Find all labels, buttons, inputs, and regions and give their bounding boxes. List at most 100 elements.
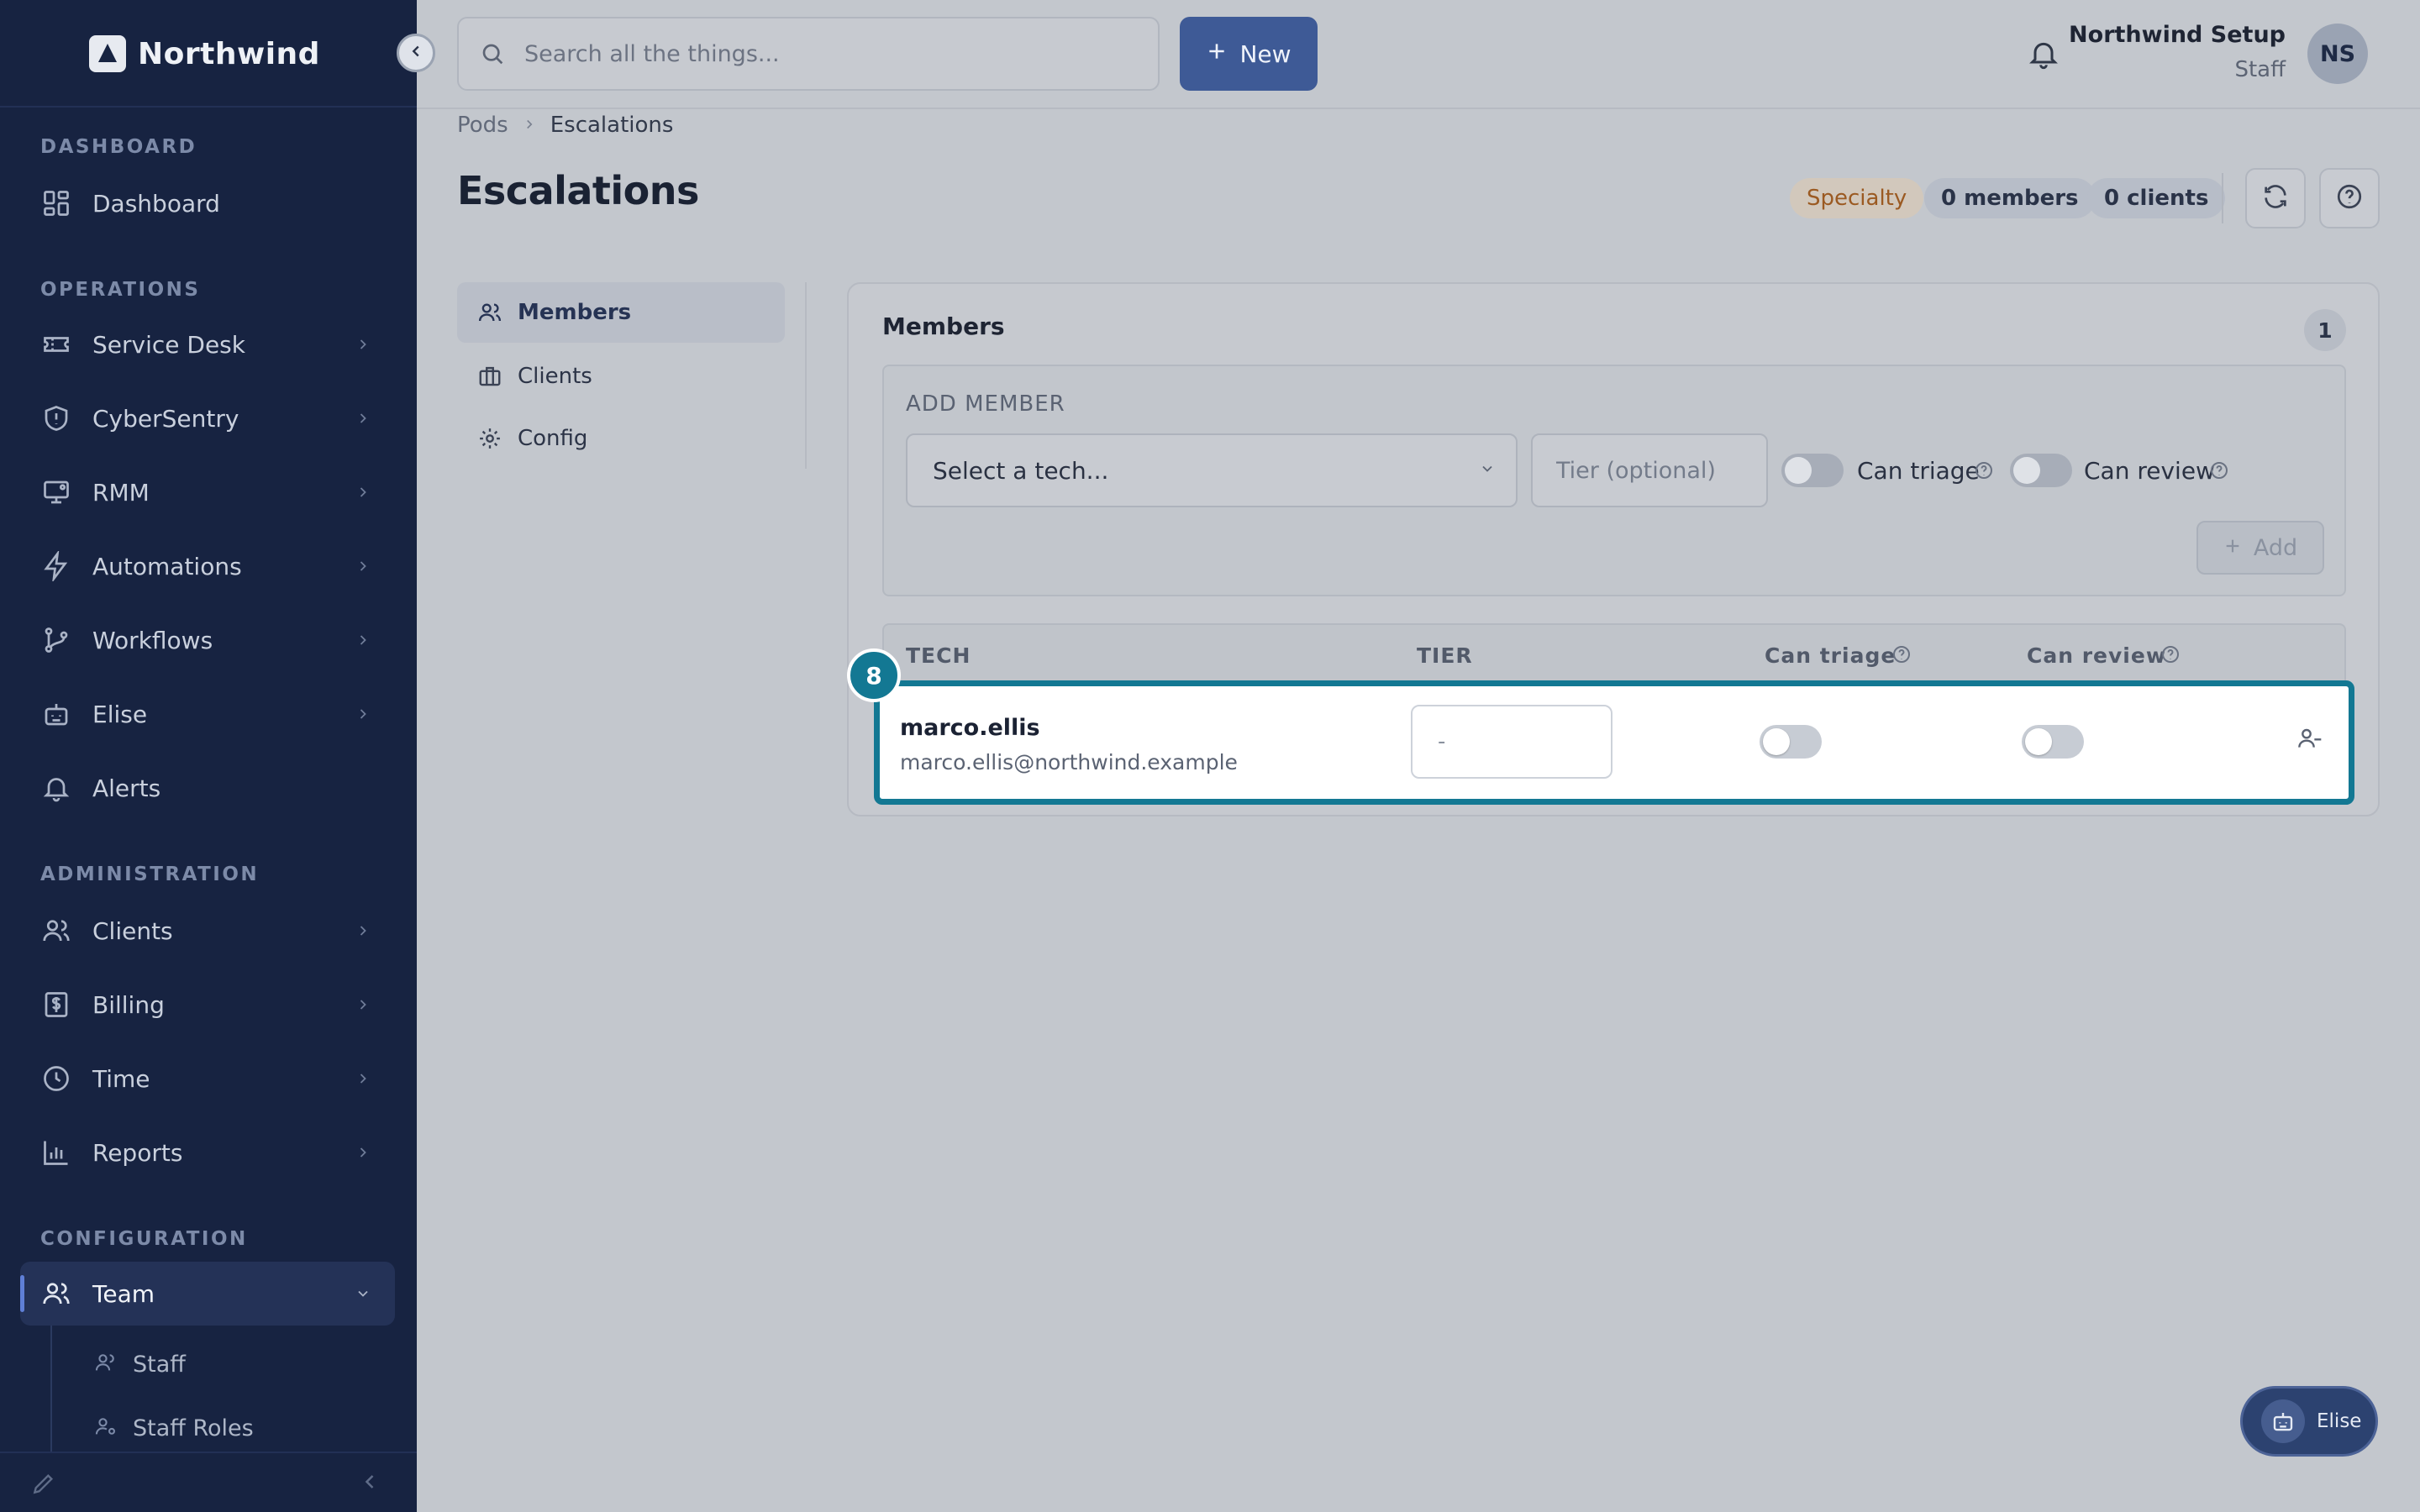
chevron-right-icon <box>351 554 375 578</box>
sidebar-item-reports[interactable]: Reports <box>20 1121 395 1184</box>
sidebar-item-label: Elise <box>92 700 148 728</box>
sidebar-item-label: Team <box>92 1279 155 1308</box>
members-card: Members 1 ADD MEMBER Select a tech... Ca… <box>847 282 2380 816</box>
sidebar-item-service-desk[interactable]: Service Desk <box>20 312 395 376</box>
chevron-left-icon <box>407 42 425 64</box>
members-count: 1 <box>2304 309 2346 351</box>
help-circle-icon[interactable] <box>2160 643 2181 665</box>
sidebar-item-label: Reports <box>92 1138 183 1167</box>
users-icon <box>39 1276 74 1311</box>
tech-select[interactable]: Select a tech... <box>906 433 1518 507</box>
bolt-icon <box>39 549 74 584</box>
pencil-icon[interactable] <box>30 1470 57 1500</box>
tabs-divider <box>805 282 807 469</box>
shield-icon <box>39 401 74 436</box>
ticket-icon <box>39 327 74 362</box>
elise-assistant-button[interactable]: Elise <box>2240 1386 2378 1457</box>
tier-input[interactable] <box>1531 433 1768 507</box>
sidebar-item-billing[interactable]: Billing <box>20 973 395 1037</box>
help-circle-icon[interactable] <box>1891 643 1912 665</box>
gear-icon <box>476 424 504 453</box>
breadcrumb-pods[interactable]: Pods <box>457 113 508 138</box>
help-circle-icon[interactable] <box>2208 459 2230 481</box>
breadcrumb: Pods Escalations <box>457 111 673 139</box>
sidebar-item-elise[interactable]: Elise <box>20 682 395 746</box>
user-minus-icon <box>2296 725 2323 755</box>
sidebar-subitem-staff[interactable]: Staff <box>94 1339 186 1389</box>
search-icon <box>477 39 508 69</box>
briefcase-icon <box>476 362 504 391</box>
table-row[interactable]: marco.ellis marco.ellis@northwind.exampl… <box>874 680 2354 805</box>
chevron-right-icon <box>351 628 375 652</box>
header-divider <box>2222 173 2223 223</box>
refresh-button[interactable] <box>2245 168 2306 228</box>
tab-label: Clients <box>518 364 592 389</box>
tab-config[interactable]: Config <box>457 408 785 469</box>
sidebar-item-team[interactable]: Team <box>20 1262 395 1326</box>
sidebar-item-rmm[interactable]: RMM <box>20 460 395 524</box>
sidebar-item-alerts[interactable]: Alerts <box>20 756 395 820</box>
tab-label: Config <box>518 426 588 451</box>
search-input[interactable] <box>524 40 1113 67</box>
members-count-badge: 0 members <box>1924 178 2096 218</box>
elise-button-label: Elise <box>2317 1410 2362 1432</box>
section-operations: OPERATIONS <box>40 279 201 301</box>
avatar[interactable]: NS <box>2307 24 2368 84</box>
grid-icon <box>39 186 74 221</box>
column-can-triage: Can triage <box>1765 643 1897 668</box>
sidebar-item-label: Workflows <box>92 626 213 654</box>
dollar-icon <box>39 987 74 1022</box>
users-icon <box>39 913 74 948</box>
column-can-review: Can review <box>2027 643 2166 668</box>
sidebar-subitem-staff-roles[interactable]: Staff Roles <box>94 1403 254 1453</box>
tab-clients[interactable]: Clients <box>457 346 785 407</box>
chevron-right-icon <box>351 919 375 942</box>
row-can-review-toggle[interactable] <box>2022 725 2084 759</box>
chevron-right-icon <box>351 1067 375 1090</box>
chevron-down-icon <box>1479 460 1496 480</box>
chevron-right-icon <box>351 993 375 1016</box>
new-button[interactable]: New <box>1180 17 1318 91</box>
section-dashboard: DASHBOARD <box>40 136 197 158</box>
notifications-bell-icon[interactable] <box>2025 35 2062 72</box>
sidebar-item-automations[interactable]: Automations <box>20 534 395 598</box>
chevron-right-icon <box>351 1141 375 1164</box>
can-triage-toggle[interactable] <box>1781 454 1844 487</box>
sidebar-item-label: Billing <box>92 990 165 1019</box>
brand-name: Northwind <box>138 36 320 71</box>
breadcrumb-current: Escalations <box>550 113 674 138</box>
monitor-icon <box>39 475 74 510</box>
add-member-button[interactable]: Add <box>2196 521 2324 575</box>
chevron-left-icon[interactable] <box>358 1470 381 1497</box>
sidebar-collapse-button[interactable] <box>397 34 435 72</box>
sidebar-item-clients[interactable]: Clients <box>20 899 395 963</box>
sidebar-item-time[interactable]: Time <box>20 1047 395 1110</box>
can-review-toggle[interactable] <box>2010 454 2072 487</box>
help-circle-icon[interactable] <box>1973 459 1995 481</box>
help-button[interactable] <box>2319 168 2380 228</box>
sidebar-item-label: Service Desk <box>92 330 245 359</box>
sidebar-item-cybersentry[interactable]: CyberSentry <box>20 386 395 450</box>
top-bar: New Northwind Setup Staff <box>417 0 2420 108</box>
sidebar-item-label: Dashboard <box>92 189 220 218</box>
add-member-label: ADD MEMBER <box>906 391 1065 417</box>
chevron-right-icon <box>351 407 375 430</box>
submenu-line <box>50 1326 52 1452</box>
brand[interactable]: Northwind <box>89 34 320 74</box>
row-can-triage-toggle[interactable] <box>1760 725 1822 759</box>
can-triage-label: Can triage <box>1857 457 1980 485</box>
sidebar-item-workflows[interactable]: Workflows <box>20 608 395 672</box>
sidebar-item-dashboard[interactable]: Dashboard <box>20 171 395 235</box>
tab-members[interactable]: Members <box>457 282 785 343</box>
row-tier-input[interactable] <box>1411 705 1612 779</box>
specialty-badge: Specialty <box>1790 178 1924 218</box>
chevron-right-icon <box>351 702 375 726</box>
members-table-header: TECH TIER Can triage Can review <box>882 623 2346 682</box>
sidebar-item-label: Automations <box>92 552 242 580</box>
search-box[interactable] <box>457 17 1160 91</box>
remove-member-button[interactable] <box>2293 723 2327 757</box>
sidebar-subitem-label: Staff Roles <box>133 1415 254 1441</box>
sidebar-item-label: Clients <box>92 916 173 945</box>
chevron-right-icon <box>351 480 375 504</box>
branch-icon <box>39 622 74 658</box>
